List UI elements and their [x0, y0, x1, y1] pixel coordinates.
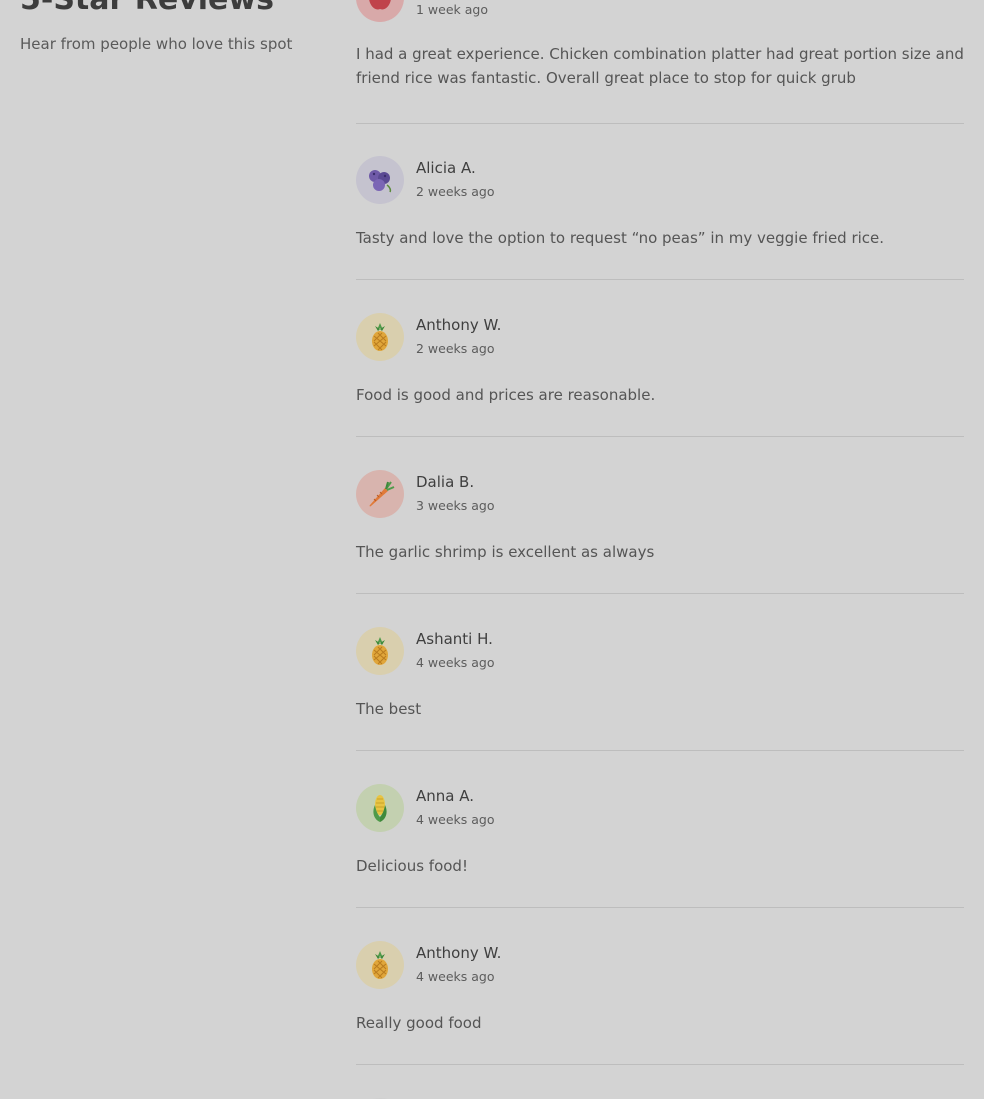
review-text: Really good food — [356, 1014, 482, 1032]
avatar — [356, 941, 404, 989]
review-divider — [356, 123, 964, 124]
review-divider — [356, 279, 964, 280]
review-item: Alicia A. 2 weeks ago Tasty and love the… — [356, 156, 964, 250]
reviewer-name: Anthony W. — [416, 316, 502, 334]
review-item: Dalia B. 3 weeks ago The garlic shrimp i… — [356, 470, 964, 564]
review-time: 4 weeks ago — [416, 969, 495, 984]
review-item: Anthony W. 2 weeks ago Food is good and … — [356, 313, 964, 407]
reviewer-name: Dalia B. — [416, 473, 475, 491]
section-subtitle: Hear from people who love this spot — [20, 35, 293, 53]
review-text: Delicious food! — [356, 857, 468, 875]
avatar — [356, 784, 404, 832]
review-divider — [356, 436, 964, 437]
apple-icon — [369, 0, 391, 10]
review-text: Food is good and prices are reasonable. — [356, 386, 656, 404]
reviews-page: 5-Star Reviews Hear from people who love… — [0, 0, 984, 1099]
review-item: Anthony W. 4 weeks ago Really good food — [356, 941, 964, 1035]
review-item: Ashanti H. 4 weeks ago The best — [356, 627, 964, 721]
avatar — [356, 156, 404, 204]
avatar — [356, 0, 404, 22]
review-time: 1 week ago — [416, 2, 488, 17]
reviewer-name: Anthony W. — [416, 944, 502, 962]
avatar — [356, 470, 404, 518]
corn-icon — [373, 795, 387, 822]
section-title: 5-Star Reviews — [20, 0, 320, 18]
reviewer-name: Alicia A. — [416, 159, 476, 177]
reviewer-name: Ashanti H. — [416, 630, 493, 648]
review-item: Anna A. 4 weeks ago Delicious food! — [356, 784, 964, 878]
pineapple-icon — [372, 951, 388, 979]
review-time: 2 weeks ago — [416, 341, 495, 356]
review-text: The best — [356, 700, 422, 718]
carrot-icon — [369, 481, 395, 507]
blueberry-icon — [369, 170, 392, 193]
review-time: 4 weeks ago — [416, 812, 495, 827]
review-time: 4 weeks ago — [416, 655, 495, 670]
review-text: Tasty and love the option to request “no… — [356, 229, 885, 247]
review-divider — [356, 750, 964, 751]
reviewer-name: Anna A. — [416, 787, 475, 805]
section-header: 5-Star Reviews Hear from people who love… — [20, 0, 320, 54]
review-text: I had a great experience. Chicken combin… — [356, 45, 964, 87]
review-time: 3 weeks ago — [416, 498, 495, 513]
review-item: 1 week ago I had a great experience. Chi… — [356, 0, 964, 90]
pineapple-icon — [372, 323, 388, 351]
review-divider — [356, 907, 964, 908]
review-time: 2 weeks ago — [416, 184, 495, 199]
review-divider — [356, 1064, 964, 1065]
avatar — [356, 627, 404, 675]
pineapple-icon — [372, 637, 388, 665]
review-divider — [356, 593, 964, 594]
avatar — [356, 313, 404, 361]
review-text: The garlic shrimp is excellent as always — [356, 543, 655, 561]
